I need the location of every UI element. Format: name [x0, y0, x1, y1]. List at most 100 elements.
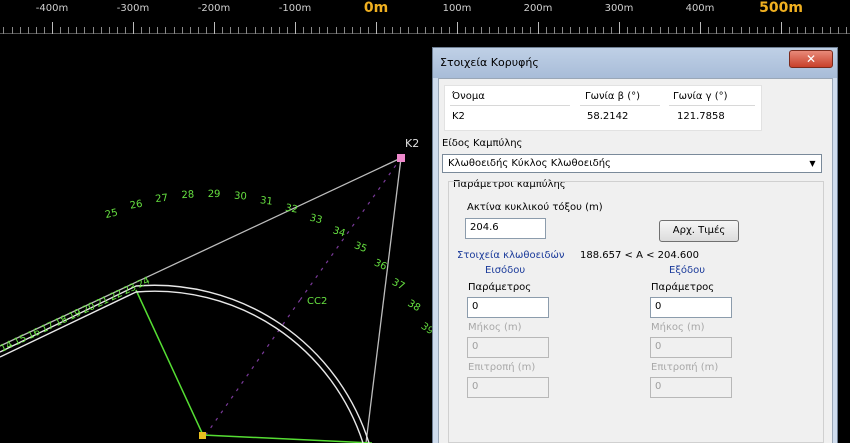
ruler-tick	[651, 27, 652, 34]
parameter-range-text: 188.657 < A < 204.600	[580, 250, 700, 261]
ruler-tick	[174, 27, 175, 34]
ruler-tick	[732, 27, 733, 34]
radius-input[interactable]: 204.6	[465, 218, 546, 239]
curve-type-select[interactable]: Κλωθοειδής Κύκλος Κλωθοειδής ▼	[442, 154, 822, 173]
ruler-tick	[157, 27, 158, 34]
vertex-label: K2	[405, 137, 419, 150]
ruler-tick	[141, 27, 142, 34]
dialog-titlebar[interactable]: Στοιχεία Κορυφής ✕	[433, 48, 837, 78]
ruler-tick	[20, 27, 21, 34]
ruler-tick	[206, 27, 207, 34]
station-label: 36	[372, 258, 388, 273]
ruler-tick	[336, 27, 337, 34]
ruler-tick	[781, 22, 782, 34]
clothoid-elements-label: Στοιχεία κλωθοειδών	[457, 250, 565, 261]
station-label: 35	[353, 240, 369, 255]
ruler-tick	[44, 27, 45, 34]
ruler-label: 100m	[442, 3, 472, 14]
ruler-tick	[222, 27, 223, 34]
ruler-tick	[757, 27, 758, 34]
center-marker[interactable]	[199, 432, 206, 439]
gamma-angle-value: 121.7858	[677, 111, 725, 122]
ruler-label: 300m	[604, 3, 634, 14]
ruler-tick	[271, 27, 272, 34]
ruler-tick	[101, 27, 102, 34]
ruler-tick	[797, 27, 798, 34]
ruler-tick	[36, 27, 37, 34]
ruler-tick	[133, 22, 134, 34]
chevron-down-icon[interactable]: ▼	[804, 155, 821, 172]
ruler-tick	[765, 27, 766, 34]
exit-shift-label: Επιτροπή (m)	[651, 362, 719, 373]
station-label: 21	[95, 295, 111, 310]
ruler-label: -400m	[35, 3, 69, 14]
ruler-tick	[716, 27, 717, 34]
entry-shift-input[interactable]: 0	[467, 377, 549, 398]
station-label: 33	[308, 213, 323, 227]
ruler-tick	[408, 27, 409, 34]
ruler-tick	[773, 27, 774, 34]
dialog-client-area: Όνομα K2 Γωνία β (°) 58.2142 Γωνία γ (°)…	[438, 78, 833, 443]
station-label: 18	[53, 314, 69, 329]
ruler-tick	[287, 27, 288, 34]
station-label: 30	[234, 191, 247, 203]
ruler-tick	[327, 27, 328, 34]
ruler-label: -100m	[278, 3, 312, 14]
ruler-tick	[279, 27, 280, 34]
ruler-tick	[457, 22, 458, 34]
ruler-tick	[570, 27, 571, 34]
station-label: 20	[81, 301, 97, 316]
exit-length-input[interactable]: 0	[650, 337, 732, 358]
ruler-tick	[12, 27, 13, 34]
ruler-tick	[595, 27, 596, 34]
ruler-tick	[52, 22, 53, 34]
entry-param-label: Παράμετρος	[468, 282, 532, 293]
station-label: 23	[122, 282, 138, 297]
entry-param-input[interactable]: 0	[467, 297, 549, 318]
station-label: 19	[67, 307, 83, 322]
distance-ruler: -400m -300m -200m -100m 0m 100m 200m 300m 400m 50…	[0, 0, 850, 34]
station-label: 37	[390, 277, 406, 293]
ruler-label: 0m	[363, 0, 389, 16]
ruler-tick	[182, 27, 183, 34]
entry-length-input[interactable]: 0	[467, 337, 549, 358]
ruler-tick	[846, 27, 847, 34]
exit-param-input[interactable]: 0	[650, 297, 732, 318]
tangent-line-out	[365, 157, 402, 443]
beta-angle-value: 58.2142	[587, 111, 629, 122]
station-label: 16	[26, 327, 42, 342]
ruler-tick	[263, 27, 264, 34]
name-header: Όνομα	[452, 91, 485, 102]
ruler-tick	[530, 27, 531, 34]
ruler-tick	[165, 27, 166, 34]
ruler-tick	[514, 27, 515, 34]
ruler-tick	[579, 27, 580, 34]
ruler-tick	[554, 27, 555, 34]
ruler-tick	[149, 27, 150, 34]
dialog-title: Στοιχεία Κορυφής	[440, 56, 539, 69]
station-label: 29	[208, 189, 221, 200]
ruler-tick	[546, 27, 547, 34]
gamma-header-divider	[669, 105, 755, 106]
curve-outer	[0, 284, 370, 443]
exit-length-label: Μήκος (m)	[651, 322, 705, 333]
ruler-tick	[109, 27, 110, 34]
ruler-tick	[749, 27, 750, 34]
close-button[interactable]: ✕	[789, 50, 833, 68]
ruler-tick	[708, 27, 709, 34]
station-label: 27	[155, 193, 169, 205]
beta-header-divider	[580, 105, 660, 106]
ruler-tick	[676, 27, 677, 34]
ruler-tick	[498, 27, 499, 34]
station-label: 32	[284, 203, 299, 216]
vertex-info-panel: Όνομα K2 Γωνία β (°) 58.2142 Γωνία γ (°)…	[444, 85, 762, 131]
ruler-tick	[93, 27, 94, 34]
ruler-tick	[376, 22, 377, 34]
exit-shift-input[interactable]: 0	[650, 377, 732, 398]
default-values-button[interactable]: Αρχ. Τιμές	[659, 220, 739, 242]
curve-type-value: Κλωθοειδής Κύκλος Κλωθοειδής	[448, 158, 611, 169]
ruler-tick	[538, 22, 539, 34]
exit-param-label: Παράμετρος	[651, 282, 715, 293]
station-label: 22	[108, 288, 124, 303]
vertex-marker[interactable]	[397, 154, 405, 162]
